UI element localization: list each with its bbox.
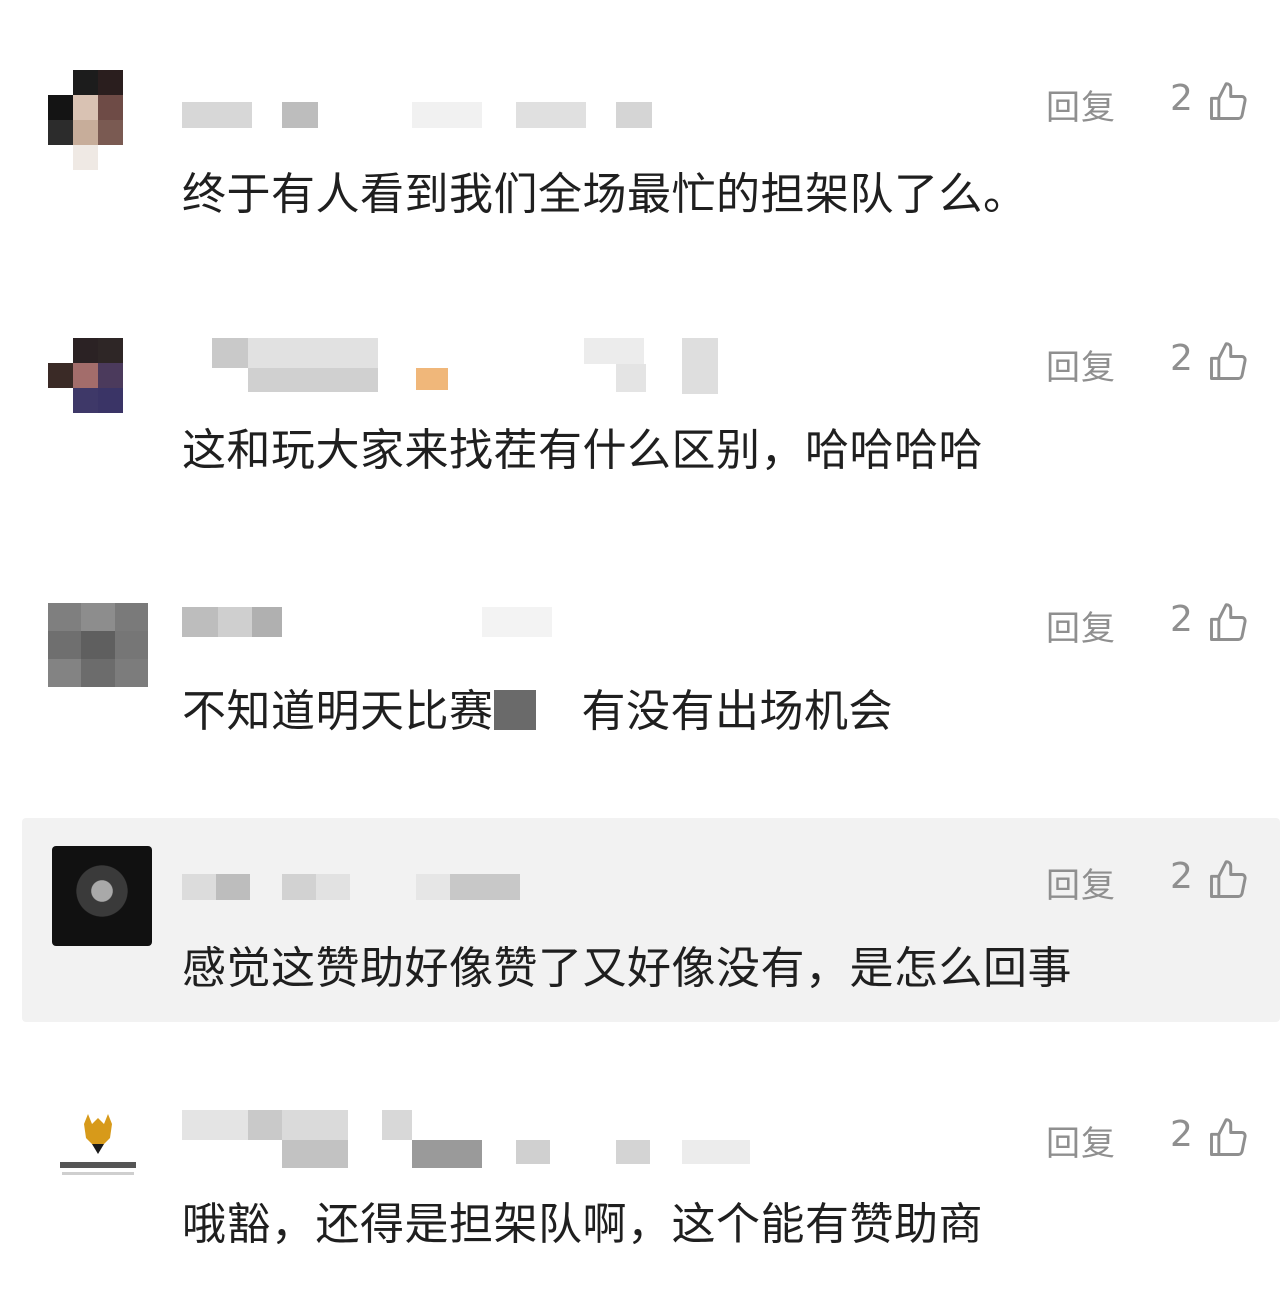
avatar[interactable] (48, 338, 148, 438)
thumbs-up-icon[interactable] (1206, 601, 1250, 645)
username-blurred[interactable] (182, 1110, 762, 1168)
brand-logo-avatar[interactable] (48, 1104, 148, 1204)
thumbs-up-icon[interactable] (1206, 858, 1250, 902)
username-blurred[interactable] (182, 102, 662, 128)
comment-text: 不知道明天比赛 有没有出场机会 (182, 675, 893, 739)
comment-item: 回复 2 哦豁，还得是担架队啊，这个能有赞助商 (0, 1080, 1280, 1280)
thumbs-up-icon[interactable] (1206, 80, 1250, 124)
comment-text: 哦豁，还得是担架队啊，这个能有赞助商 (182, 1199, 983, 1250)
comment-item: 回复 2 这和玩大家来找茬有什么区别，哈哈哈哈 (0, 320, 1280, 520)
comment-text: 感觉这赞助好像赞了又好像没有，是怎么回事 (182, 943, 1072, 994)
comment-item: 回复 2 终于有人看到我们全场最忙的担架队了么。 (0, 60, 1280, 260)
avatar[interactable] (48, 603, 148, 687)
username-blurred[interactable] (212, 338, 732, 394)
avatar[interactable] (48, 70, 148, 170)
reply-button[interactable]: 回复 (1046, 858, 1116, 907)
reply-button[interactable]: 回复 (1046, 601, 1116, 650)
comment-text: 这和玩大家来找茬有什么区别，哈哈哈哈 (182, 425, 983, 476)
like-count: 2 (1170, 338, 1193, 379)
censored-block (493, 690, 536, 730)
reply-button[interactable]: 回复 (1046, 1116, 1116, 1165)
avatar[interactable] (52, 846, 152, 946)
reply-button[interactable]: 回复 (1046, 340, 1116, 389)
like-count: 2 (1170, 856, 1193, 897)
comment-text: 终于有人看到我们全场最忙的担架队了么。 (182, 169, 1028, 220)
like-count: 2 (1170, 1114, 1193, 1155)
thumbs-up-icon[interactable] (1206, 1116, 1250, 1160)
comment-item-highlighted: 回复 2 感觉这赞助好像赞了又好像没有，是怎么回事 (22, 818, 1280, 1022)
comment-text-part: 有没有出场机会 (581, 686, 893, 737)
username-blurred[interactable] (182, 874, 602, 900)
thumbs-up-icon[interactable] (1206, 340, 1250, 384)
comment-item: 回复 2 不知道明天比赛 有没有出场机会 (0, 585, 1280, 785)
reply-button[interactable]: 回复 (1046, 80, 1116, 129)
comment-text-part: 不知道明天比赛 (182, 686, 494, 737)
like-count: 2 (1170, 78, 1193, 119)
username-blurred[interactable] (182, 607, 562, 637)
like-count: 2 (1170, 599, 1193, 640)
